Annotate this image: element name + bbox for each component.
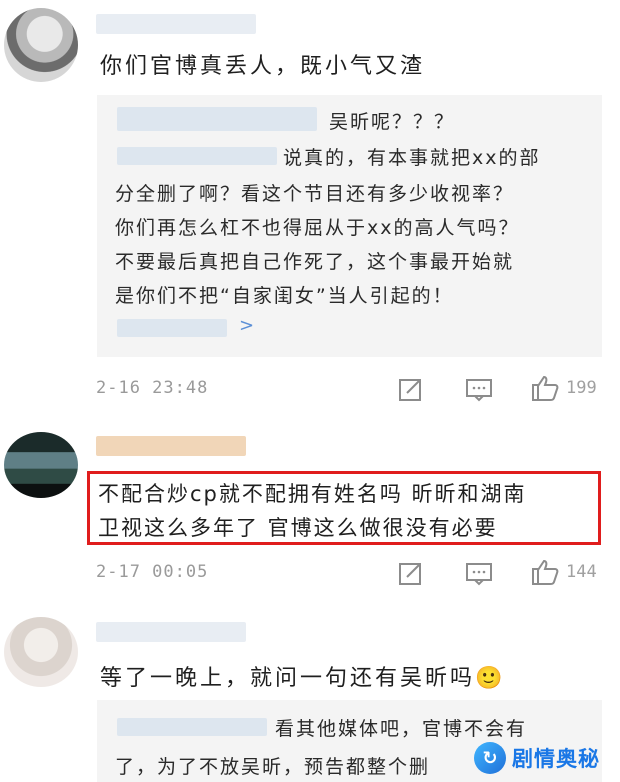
- username-blurred[interactable]: [96, 14, 256, 34]
- quote-line: 是你们不把“自家闺女”当人引起的！: [115, 285, 454, 307]
- timestamp: 2-16 23:48: [96, 378, 209, 398]
- watermark: ↻ 剧情奥秘: [474, 734, 620, 782]
- comment-text-line: 卫视这么多年了 官博这么做很没有必要: [98, 516, 498, 540]
- quote-line: 你们再怎么杠不也得屈从于xx的高人气吗？: [115, 217, 520, 239]
- avatar[interactable]: [4, 617, 78, 687]
- quote-line: 吴昕呢？？？: [329, 111, 456, 133]
- quoted-comment[interactable]: 吴昕呢？？？ 说真的，有本事就把xx的部 分全删了啊？看这个节目还有多少收视率？…: [97, 95, 602, 357]
- comment-text: 等了一晚上，就问一句还有吴昕吗🙂: [100, 660, 505, 692]
- avatar[interactable]: [4, 432, 78, 498]
- username-blurred[interactable]: [96, 436, 246, 456]
- quote-line: 分全删了啊？看这个节目还有多少收视率？: [115, 183, 515, 205]
- quote-line: 不要最后真把自己作死了，这个事最开始就: [115, 251, 515, 273]
- quoted-username-blurred: [117, 718, 267, 736]
- timestamp: 2-17 00:05: [96, 562, 209, 582]
- comment-text: 你们官博真丢人，既小气又渣: [100, 54, 426, 79]
- thumbs-up-icon[interactable]: [530, 557, 560, 587]
- comment-text-line: 不配合炒cp就不配拥有姓名吗 昕昕和湖南: [98, 482, 527, 506]
- chevron-right-icon[interactable]: >: [239, 315, 254, 336]
- like-count: 144: [566, 562, 597, 582]
- thumbs-up-icon[interactable]: [530, 373, 560, 403]
- watermark-logo-icon: ↻: [474, 742, 506, 774]
- watermark-text: 剧情奥秘: [512, 747, 600, 771]
- more-link-blurred[interactable]: [117, 319, 227, 337]
- avatar[interactable]: [4, 8, 78, 82]
- comment-icon[interactable]: [465, 378, 493, 402]
- edit-icon[interactable]: [398, 376, 424, 402]
- comment-icon[interactable]: [465, 562, 493, 586]
- quote-line: 了，为了不放吴昕，预告都整个删: [115, 756, 431, 778]
- smile-emoji: 🙂: [475, 666, 506, 691]
- quoted-username-blurred: [117, 107, 317, 131]
- comment-text-body: 等了一晚上，就问一句还有吴昕吗: [100, 666, 476, 691]
- quoted-username-blurred: [117, 147, 277, 165]
- edit-icon[interactable]: [398, 560, 424, 586]
- username-blurred[interactable]: [96, 622, 246, 642]
- quote-line: 说真的，有本事就把xx的部: [283, 147, 541, 169]
- like-count: 199: [566, 378, 597, 398]
